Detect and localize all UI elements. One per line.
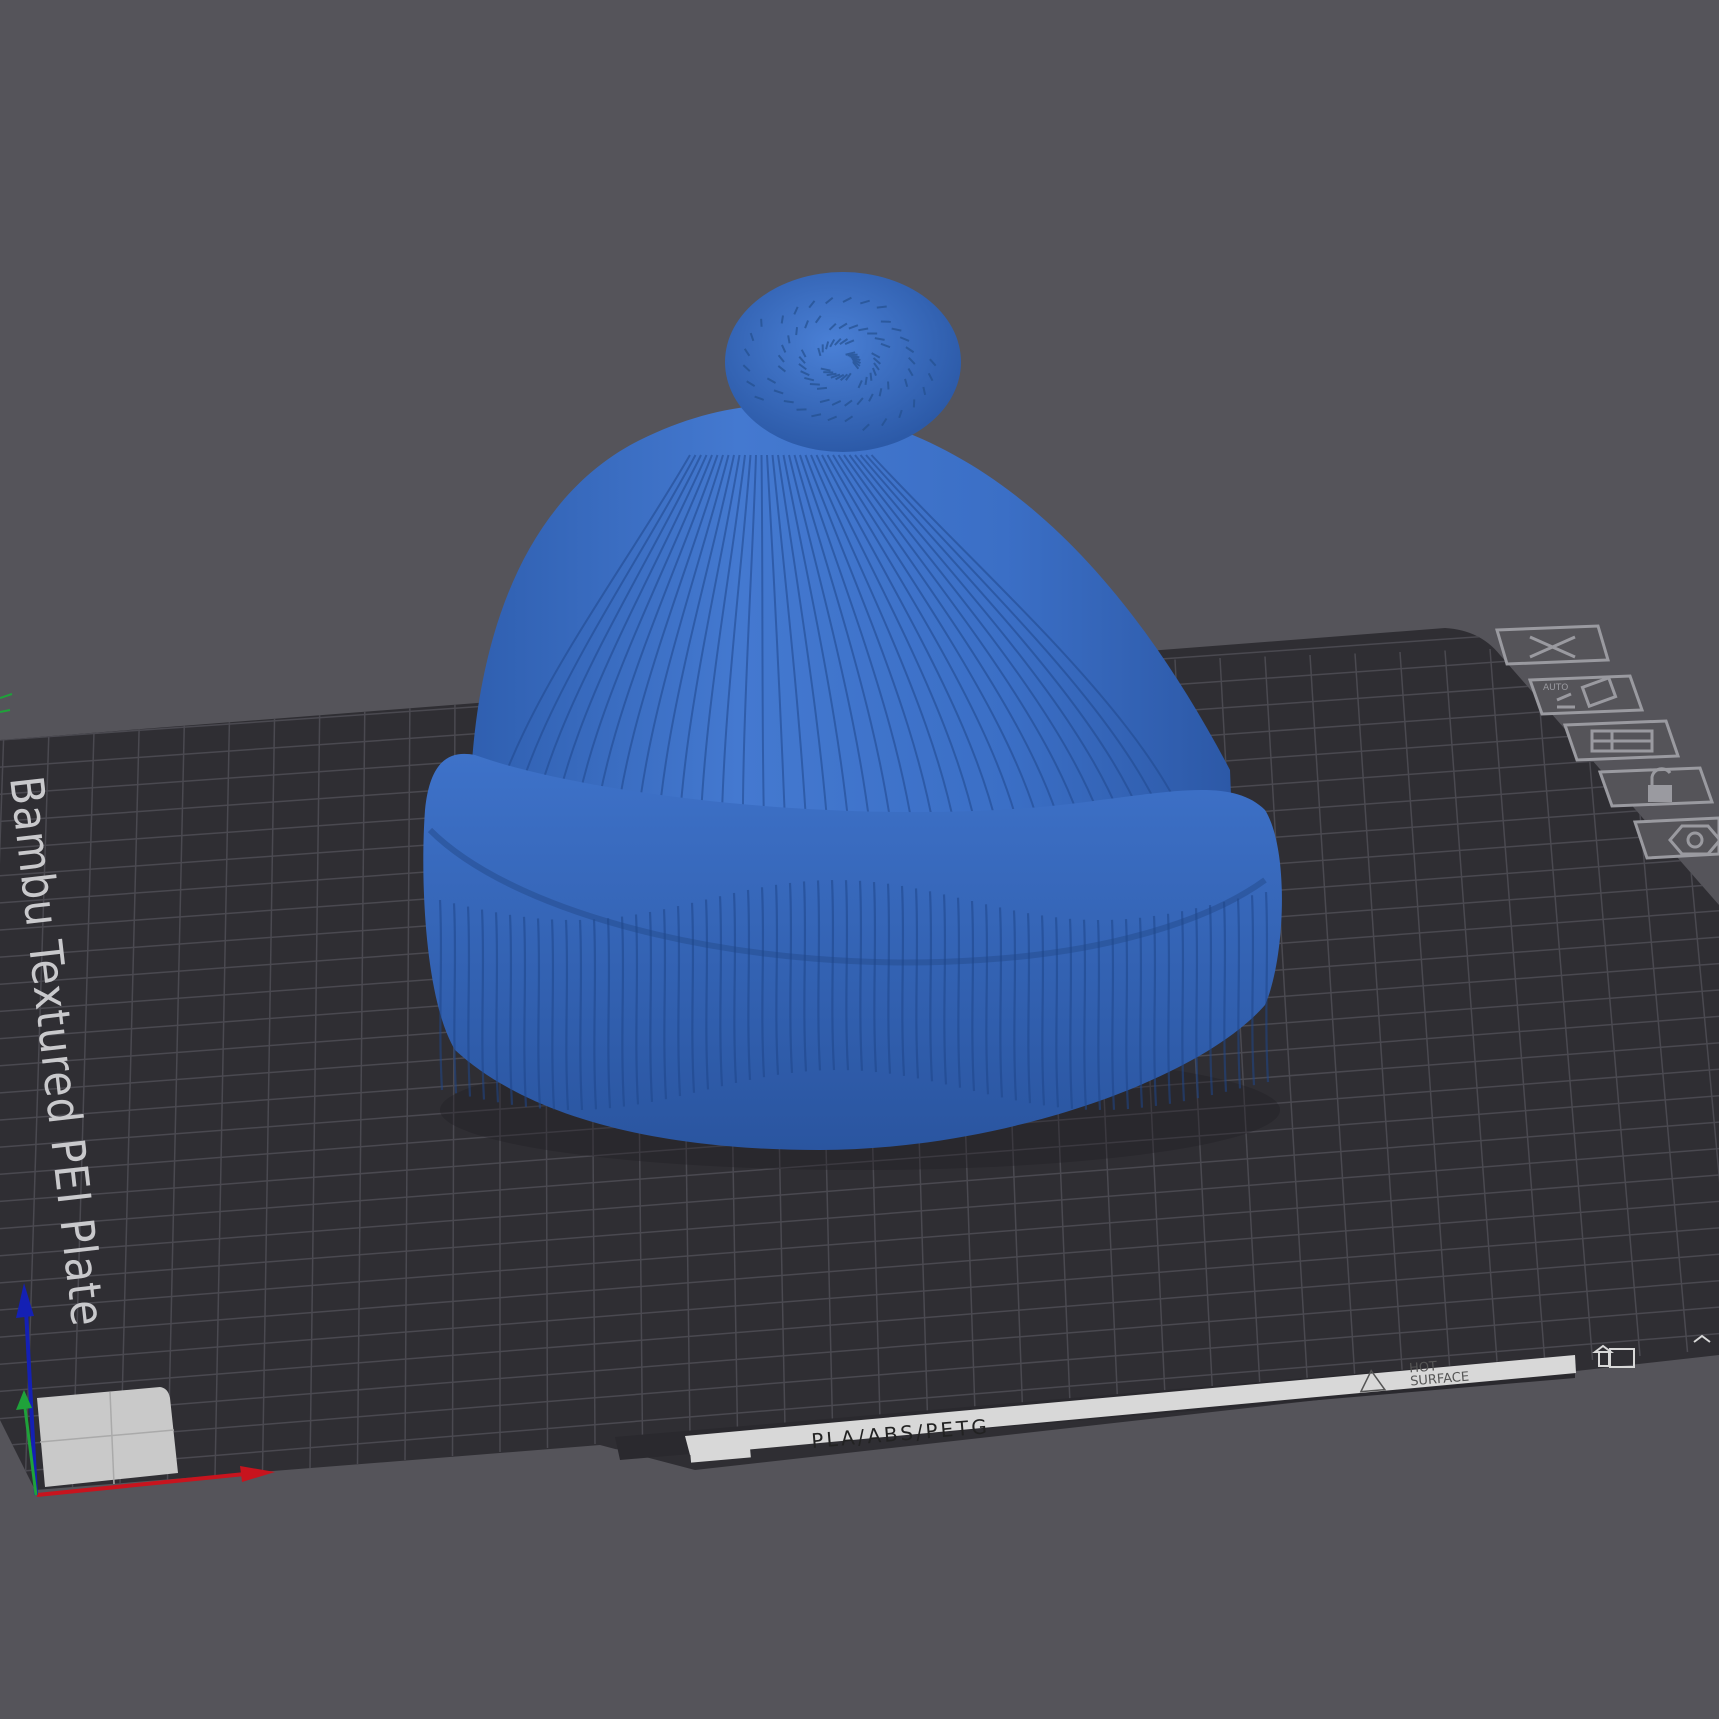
lock-plate-icon[interactable] <box>1597 766 1715 808</box>
auto-arrange-label: AUTO <box>1543 683 1568 693</box>
plate-settings-icon[interactable] <box>1632 816 1719 860</box>
beanie-model[interactable] <box>423 272 1282 1170</box>
offscreen-y-marker <box>0 693 13 713</box>
auto-arrange-icon[interactable]: AUTO <box>1527 674 1645 716</box>
origin-marker <box>37 1387 178 1487</box>
3d-viewport[interactable]: PLA/ABS/PETG HOT SURFACE Bambu Textured … <box>0 0 1719 1719</box>
orient-layout-icon[interactable] <box>1562 719 1681 762</box>
beanie-pompom <box>725 272 961 452</box>
close-plate-icon[interactable] <box>1495 624 1610 666</box>
